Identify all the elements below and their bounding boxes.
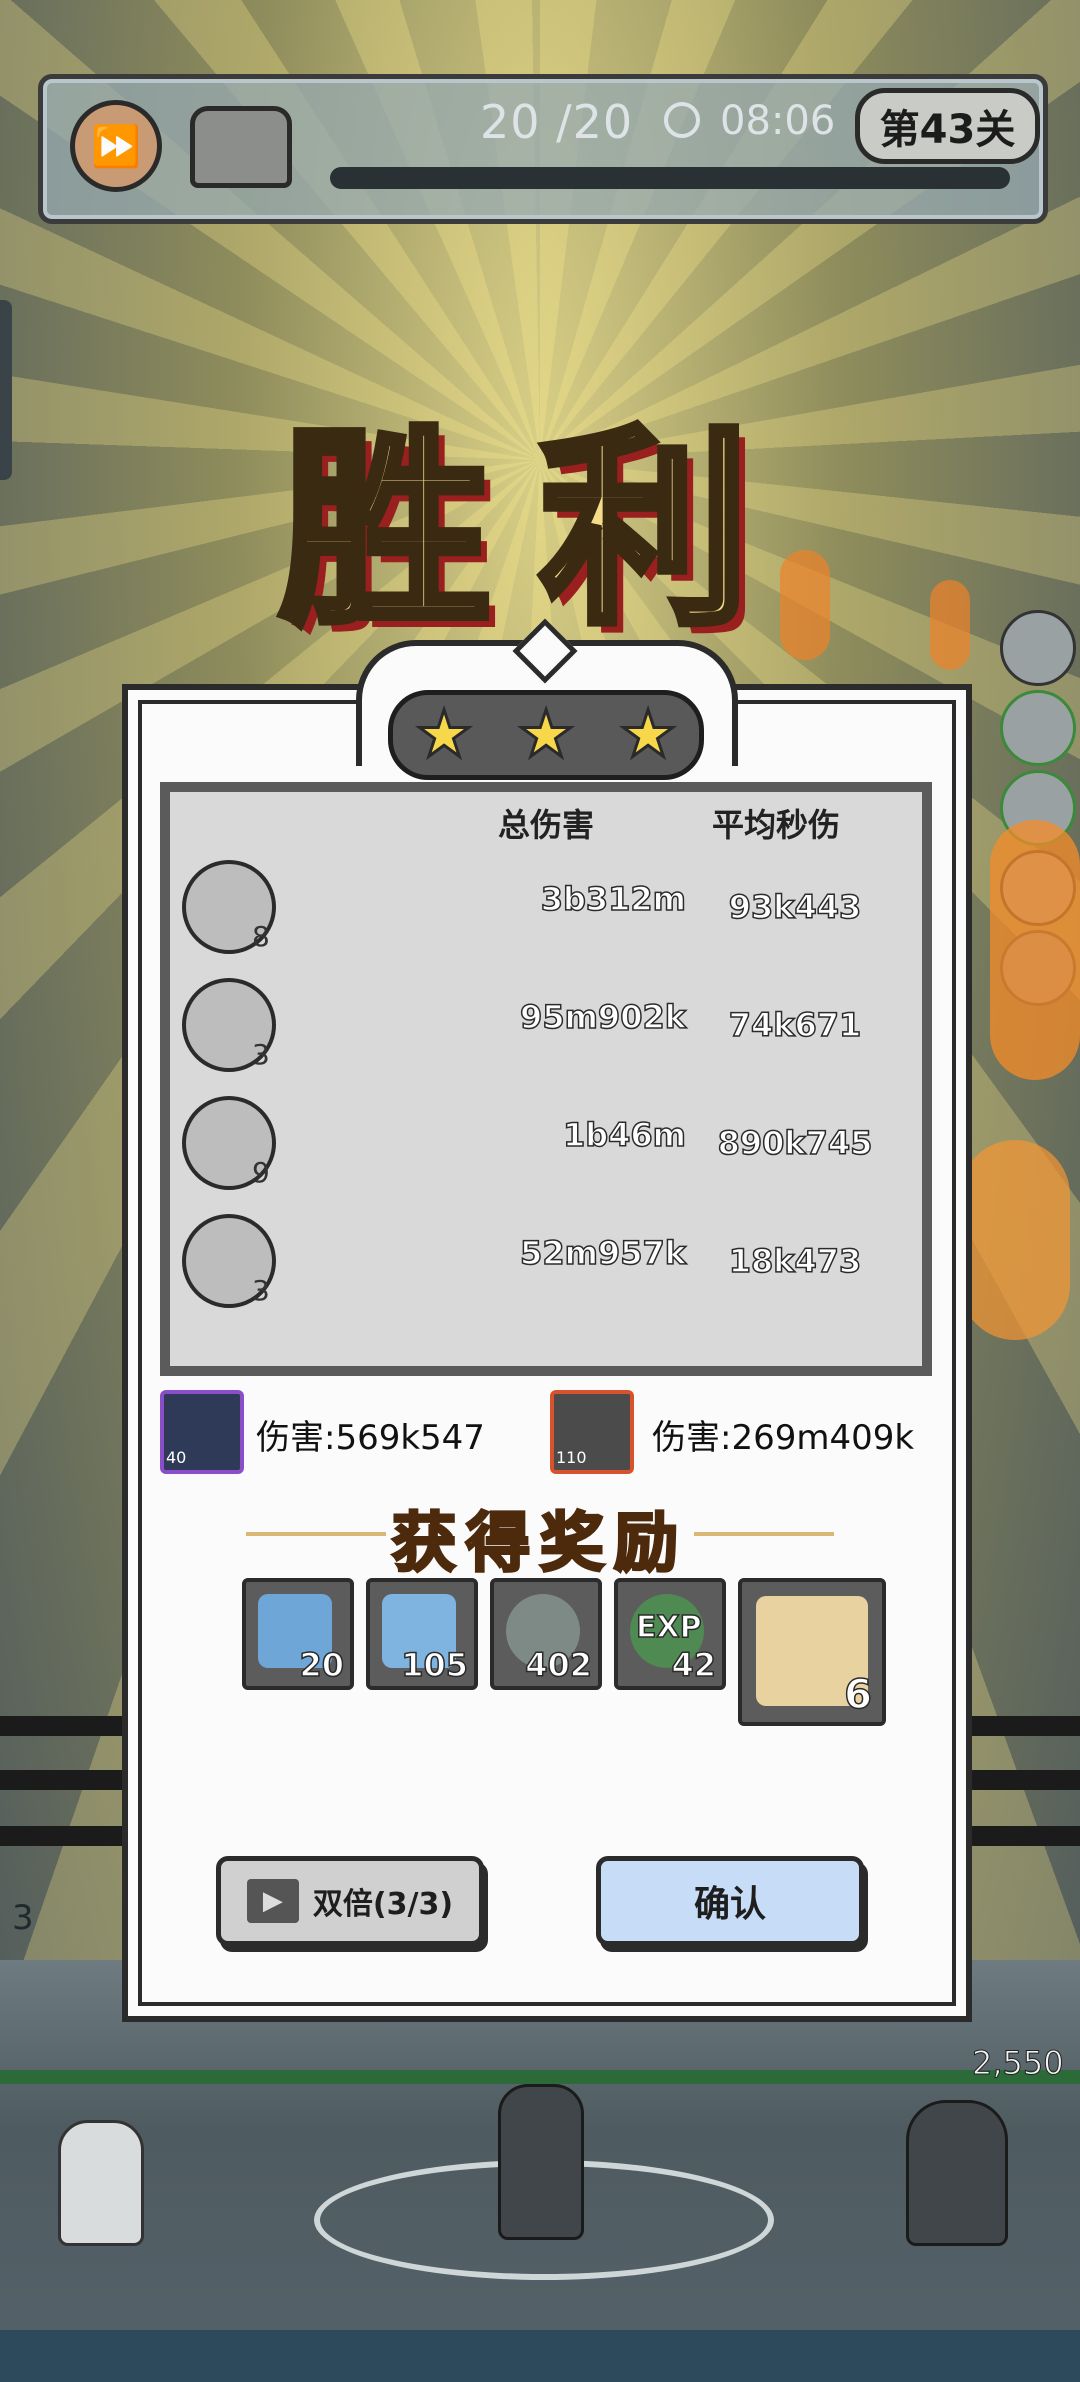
skill-level: 3 bbox=[252, 1274, 270, 1307]
reward-count: 20 bbox=[299, 1645, 345, 1685]
level-badge: 第43关 bbox=[855, 88, 1040, 164]
hero-level: 40 bbox=[166, 1448, 187, 1467]
reward-item[interactable]: EXP 42 bbox=[614, 1578, 726, 1690]
enemy-hp-value: 2,550 bbox=[972, 2044, 1065, 2083]
confirm-button[interactable]: 确认 bbox=[596, 1856, 864, 1946]
dps-value: 93k443 bbox=[728, 887, 862, 927]
ground-line bbox=[0, 2070, 1080, 2084]
clock-icon bbox=[664, 102, 700, 138]
header-average-dps: 平均秒伤 bbox=[712, 806, 841, 844]
damage-stats-table bbox=[160, 782, 932, 1376]
double-reward-button[interactable]: ▶ 双倍(3/3) bbox=[216, 1856, 484, 1946]
reward-count: 42 bbox=[671, 1645, 717, 1685]
treasure-chest-icon[interactable] bbox=[190, 106, 292, 188]
reward-count: 6 bbox=[843, 1671, 872, 1719]
reward-item[interactable]: 105 bbox=[366, 1578, 478, 1690]
fast-forward-button[interactable]: ⏩ bbox=[70, 100, 162, 192]
skill-level: 3 bbox=[252, 1038, 270, 1071]
dps-value: 890k745 bbox=[717, 1123, 873, 1163]
reward-count: 105 bbox=[400, 1645, 468, 1685]
victory-title: 胜利 bbox=[276, 402, 800, 657]
rewards-title: 获得奖励 bbox=[391, 1505, 688, 1583]
battle-timer: 08:06 bbox=[720, 98, 836, 144]
reward-item[interactable]: 20 bbox=[242, 1578, 354, 1690]
enemy-character bbox=[906, 2100, 1008, 2246]
wall-stripe bbox=[960, 1716, 1080, 1736]
reward-count: 402 bbox=[524, 1645, 592, 1685]
dps-value: 74k671 bbox=[728, 1005, 862, 1045]
video-ad-icon: ▶ bbox=[246, 1879, 299, 1923]
wave-progress-track bbox=[330, 167, 1010, 189]
double-button-label: 双倍(3/3) bbox=[312, 1887, 454, 1922]
star-rating: ★ ★ ★ bbox=[388, 690, 704, 780]
skill-level: 8 bbox=[252, 920, 270, 953]
dps-value: 18k473 bbox=[728, 1241, 862, 1281]
ice-spike-row bbox=[0, 2330, 1080, 2382]
left-counter: 3 bbox=[12, 1898, 34, 1938]
hero-character bbox=[498, 2084, 584, 2240]
confirm-button-label: 确认 bbox=[693, 1884, 766, 1925]
fire-effect bbox=[960, 1140, 1070, 1340]
hero-damage: 伤害:269m409k bbox=[652, 1418, 915, 1458]
header-total-damage: 总伤害 bbox=[498, 806, 595, 844]
enemy-skill-icon bbox=[1000, 690, 1076, 766]
total-damage-value: 3b312m bbox=[540, 879, 687, 919]
ally-character bbox=[58, 2120, 144, 2246]
star-icon: ★ bbox=[618, 698, 678, 772]
reward-item[interactable]: 402 bbox=[490, 1578, 602, 1690]
total-damage-value: 1b46m bbox=[562, 1115, 687, 1155]
hero-level: 110 bbox=[556, 1448, 587, 1467]
star-icon: ★ bbox=[414, 698, 474, 772]
wall-stripe bbox=[960, 1770, 1080, 1790]
reward-item[interactable]: 6 bbox=[738, 1578, 886, 1726]
exp-label: EXP bbox=[635, 1609, 702, 1646]
skill-level: 9 bbox=[252, 1156, 270, 1189]
fast-forward-icon: ⏩ bbox=[91, 123, 141, 170]
total-damage-value: 52m957k bbox=[519, 1233, 686, 1273]
fire-effect bbox=[990, 820, 1080, 1080]
wave-counter: 20 /20 bbox=[480, 95, 634, 149]
hero-damage: 伤害:569k547 bbox=[256, 1418, 485, 1458]
total-damage-value: 95m902k bbox=[519, 997, 686, 1037]
wall-stripe bbox=[960, 1826, 1080, 1846]
star-icon: ★ bbox=[516, 698, 576, 772]
